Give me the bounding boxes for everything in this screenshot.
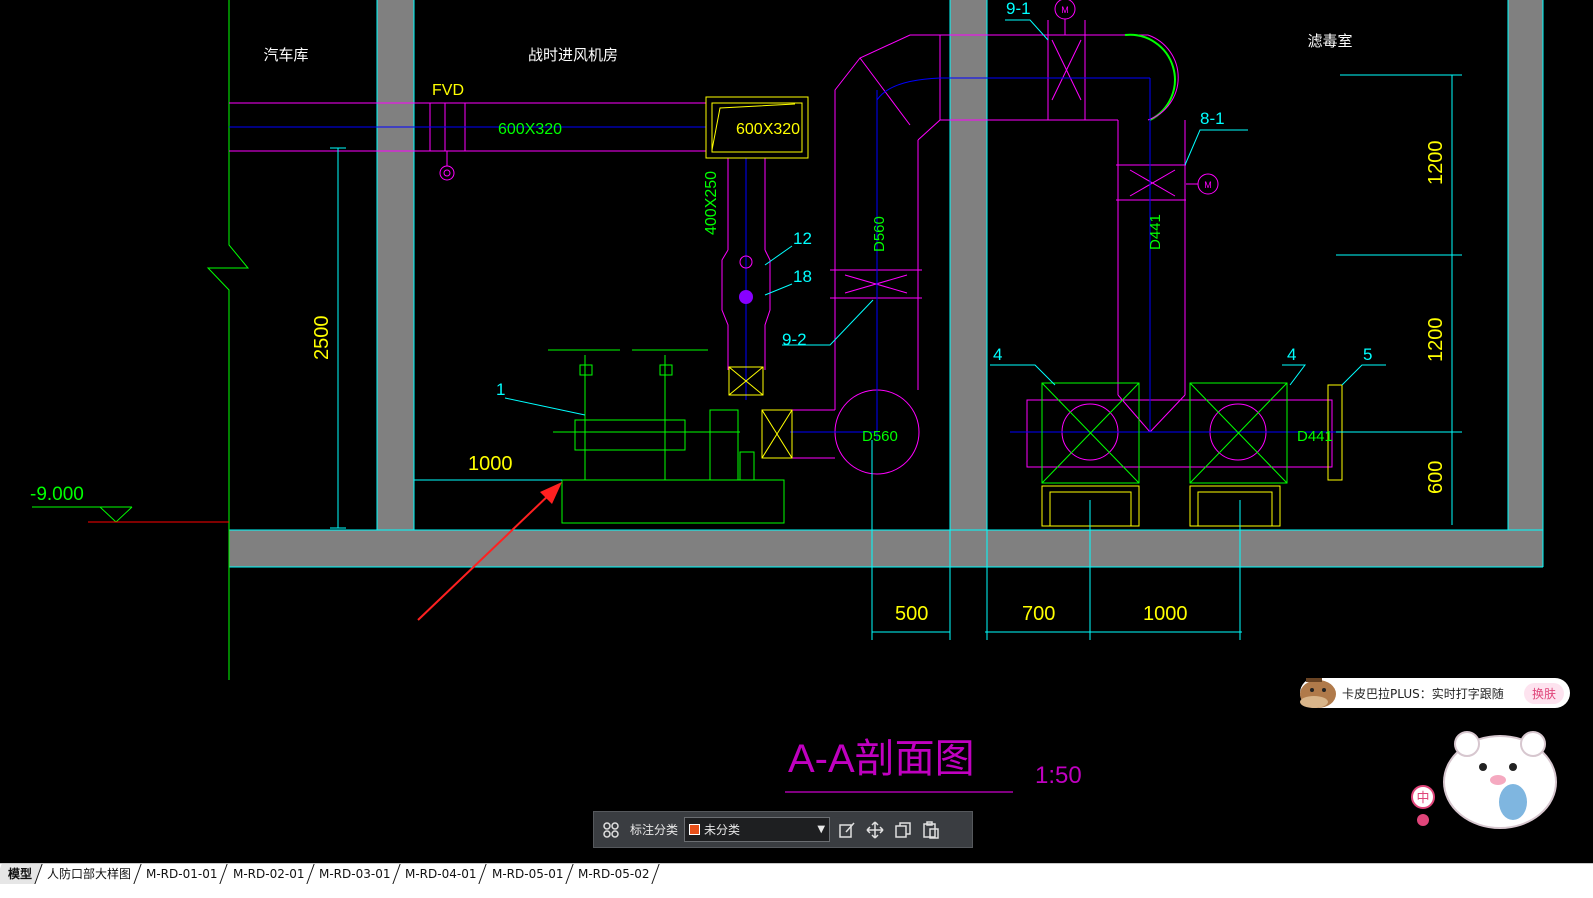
capybara-avatar-icon <box>1300 678 1336 708</box>
section-title: A-A剖面图 <box>788 737 975 781</box>
scale-text: 1:50 <box>1035 762 1082 789</box>
walls <box>229 0 1543 567</box>
duct-label: 600X320 <box>736 121 800 138</box>
room-label: 汽车库 <box>263 47 308 64</box>
tab-layout[interactable]: M-RD-04-01 <box>391 864 488 884</box>
duct-label: 400X250 <box>703 171 720 235</box>
tab-layout[interactable]: M-RD-01-01 <box>132 864 229 884</box>
tab-layout[interactable]: 人防口部大样图 <box>33 864 142 884</box>
dimension-text: 1200 <box>1425 141 1447 186</box>
dimension-text: 500 <box>895 603 928 625</box>
tab-label: 模型 <box>8 867 33 881</box>
motor-label: M <box>1204 180 1212 190</box>
item-tag: 5 <box>1363 345 1372 364</box>
yellow-equipment <box>705 96 1343 527</box>
item-tag: 18 <box>793 267 812 286</box>
dimension-text: 700 <box>1022 603 1055 625</box>
edit-icon[interactable] <box>836 819 858 841</box>
annotation-category-label: 标注分类 <box>630 823 679 837</box>
tab-layout[interactable]: M-RD-02-01 <box>218 864 315 884</box>
section-drawing: M M 汽车库 战时进风机房 滤毒室 FVD 600X320 600X320 4… <box>30 0 1544 793</box>
item-tag: 1 <box>496 380 505 399</box>
motor-symbols <box>439 0 1219 195</box>
tab-layout[interactable]: M-RD-03-01 <box>305 864 402 884</box>
chevron-down-icon: ▼ <box>817 824 826 835</box>
ime-message: 卡皮巴拉PLUS：实时打字跟随 <box>1342 686 1504 701</box>
elevation-text: -9.000 <box>30 484 84 505</box>
break-line <box>206 0 250 680</box>
grid-icon[interactable] <box>600 819 622 841</box>
change-skin-button[interactable]: 换肤 <box>1523 682 1564 704</box>
tab-layout[interactable]: M-RD-05-02 <box>564 864 661 884</box>
item-tag: 9-1 <box>1006 0 1031 18</box>
item-tag: 8-1 <box>1200 109 1225 128</box>
dimension-text: 1000 <box>468 453 513 475</box>
dimension-text: 2500 <box>311 316 333 361</box>
tab-label: M-RD-05-02 <box>578 867 650 881</box>
duct-label: D560 <box>871 216 888 252</box>
dimension-text: 1000 <box>1143 603 1188 625</box>
annotation-category-select[interactable]: 未分类 ▼ <box>684 817 831 842</box>
annotation-toolbar: 标注分类 未分类 ▼ <box>593 811 973 848</box>
hand-pump <box>548 349 755 481</box>
cad-canvas[interactable]: M M 汽车库 战时进风机房 滤毒室 FVD 600X320 600X320 4… <box>0 0 1593 863</box>
item-tag: 4 <box>993 345 1002 364</box>
tab-label: M-RD-02-01 <box>232 867 304 881</box>
tab-layout[interactable]: M-RD-05-01 <box>478 864 575 884</box>
tab-label: M-RD-01-01 <box>146 867 218 881</box>
wall-outlines <box>229 0 1544 568</box>
tab-label: M-RD-03-01 <box>318 867 391 881</box>
duct-label: FVD <box>432 82 464 99</box>
ime-status-bar[interactable]: 卡皮巴拉PLUS：实时打字跟随 换肤 <box>1300 678 1570 708</box>
motor-label: M <box>1061 5 1069 15</box>
duct-label: D560 <box>862 428 898 445</box>
item-tag: 9-2 <box>782 330 807 349</box>
tab-label: 人防口部大样图 <box>47 867 132 881</box>
tab-label: M-RD-05-01 <box>491 867 564 881</box>
room-label: 滤毒室 <box>1307 33 1352 50</box>
duct-label: D441 <box>1297 428 1333 445</box>
room-label: 战时进风机房 <box>528 47 618 64</box>
duct-label: 600X320 <box>498 121 562 138</box>
dimension-text: 1200 <box>1425 318 1447 363</box>
move-icon[interactable] <box>864 819 886 841</box>
filter-boxes <box>561 382 1288 524</box>
ime-mode-char: 中 <box>1416 791 1429 806</box>
elevation-marker <box>32 506 229 523</box>
item-tag: 4 <box>1287 345 1296 364</box>
ime-mascot-icon[interactable]: 中 <box>1405 722 1565 834</box>
valve-dot <box>739 290 753 304</box>
tab-label: M-RD-04-01 <box>405 867 477 881</box>
duct-label: D441 <box>1147 214 1164 250</box>
dimension-text: 600 <box>1425 461 1447 494</box>
paste-icon[interactable] <box>920 819 942 841</box>
category-selected-value: 未分类 <box>704 823 741 837</box>
layout-tab-bar: 模型 人防口部大样图 M-RD-01-01 M-RD-02-01 M-RD-03… <box>0 863 1593 898</box>
category-color-swatch <box>689 824 701 835</box>
copy-icon[interactable] <box>892 819 914 841</box>
item-tag: 12 <box>793 229 812 248</box>
